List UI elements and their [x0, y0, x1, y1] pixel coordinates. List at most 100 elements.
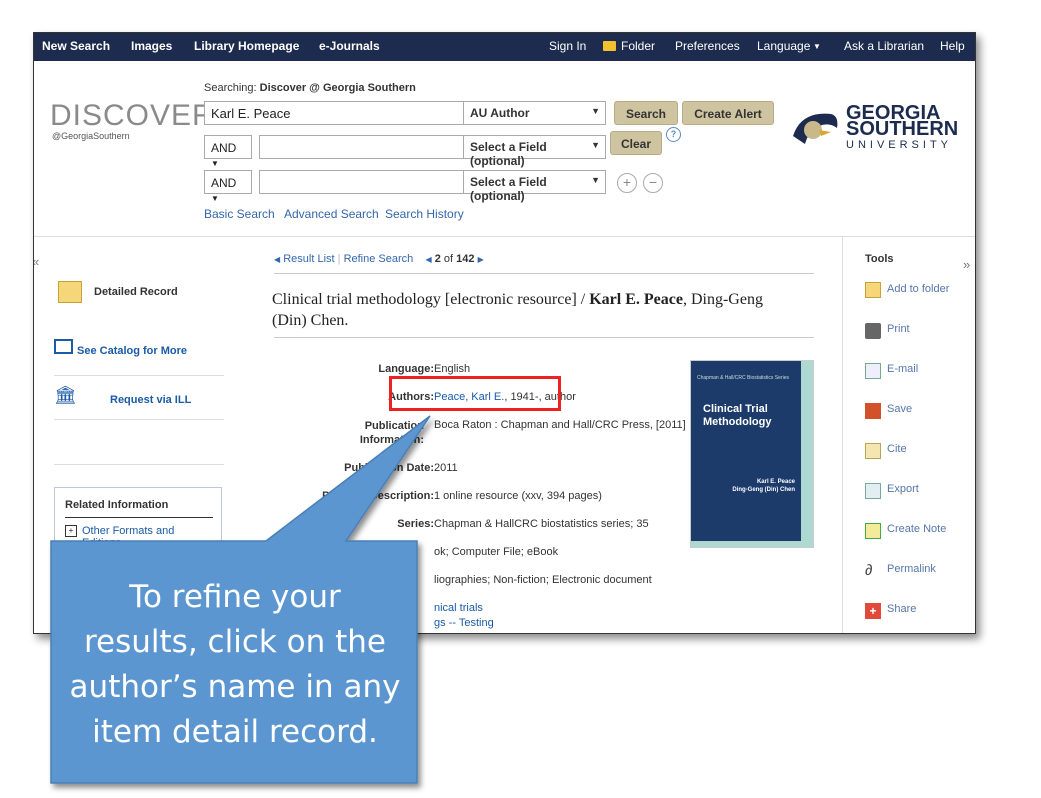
discover-logo-sub: @GeorgiaSouthern: [52, 131, 130, 141]
chevron-down-icon: ▼: [211, 194, 219, 203]
position-total: 142: [456, 253, 475, 265]
see-catalog-link[interactable]: See Catalog for More: [77, 345, 187, 357]
book-cover-front: [691, 361, 801, 541]
related-information-header: Related Information: [65, 499, 169, 511]
tool-cite[interactable]: Cite: [887, 443, 907, 455]
nav-sign-in[interactable]: Sign In: [549, 39, 586, 53]
printer-icon: [865, 323, 881, 339]
external-link-icon: [54, 339, 73, 354]
save-icon: [865, 403, 881, 419]
boolean-select-2[interactable]: AND ▼: [204, 135, 252, 168]
email-icon: [865, 363, 881, 379]
nav-folder[interactable]: Folder: [621, 39, 655, 53]
nav-help[interactable]: Help: [940, 39, 965, 53]
prev-record-icon[interactable]: ◀: [426, 255, 432, 264]
share-icon: +: [865, 603, 881, 619]
chevron-down-icon: ▼: [591, 106, 600, 116]
nav-images[interactable]: Images: [131, 39, 172, 53]
book-cover[interactable]: Chapman & Hall/CRC Biostatistics Series …: [690, 360, 814, 548]
search-button[interactable]: Search: [614, 101, 678, 125]
genre-value: liographies; Non-fiction; Electronic doc…: [434, 574, 652, 586]
chevron-down-icon: ▼: [813, 42, 821, 51]
field-select-2[interactable]: Select a Field (optional) ▼: [463, 135, 606, 168]
search-header: DISCOVER @GeorgiaSouthern Searching: Dis…: [34, 61, 975, 237]
divider: [274, 273, 814, 274]
publication-date-value: 2011: [434, 462, 458, 474]
discover-logo[interactable]: DISCOVER: [50, 99, 215, 133]
nav-ejournals[interactable]: e-Journals: [319, 39, 380, 53]
subject-link-2[interactable]: gs -- Testing: [434, 617, 494, 629]
nav-new-search[interactable]: New Search: [42, 39, 110, 53]
nav-preferences[interactable]: Preferences: [675, 39, 740, 53]
divider: [54, 375, 224, 376]
publication-info-value: Boca Raton : Chapman and Hall/CRC Press,…: [434, 419, 686, 431]
result-list-link[interactable]: Result List: [283, 253, 334, 265]
basic-search-link[interactable]: Basic Search: [204, 207, 275, 221]
callout-text: To refine your results, click on the aut…: [60, 575, 410, 755]
other-formats-link[interactable]: Other Formats and Editions: [82, 525, 202, 549]
main-content: ◀ Result List | Refine Search ◀ 2 of 142…: [234, 237, 842, 633]
language-label: Language:: [378, 363, 434, 375]
clear-button[interactable]: Clear: [610, 131, 662, 155]
nav-ask-librarian[interactable]: Ask a Librarian: [844, 39, 924, 53]
add-row-icon[interactable]: +: [617, 173, 637, 193]
tool-export[interactable]: Export: [887, 483, 919, 495]
divider: [274, 337, 814, 338]
search-history-link[interactable]: Search History: [385, 207, 464, 221]
searching-prefix: Searching:: [204, 82, 257, 94]
publication-info-label: Publication Information:: [359, 420, 424, 446]
boolean-select-2-value: AND: [211, 141, 237, 155]
physical-description-value: 1 online resource (xxv, 394 pages): [434, 490, 602, 502]
georgia-southern-wordmark: GEORGIA SOUTHERN UNIVERSITY: [846, 103, 959, 153]
folder-icon: [865, 282, 881, 298]
cover-title: Clinical Trial Methodology: [703, 403, 772, 428]
format-value: ok; Computer File; eBook: [434, 546, 559, 558]
tools-sidebar: » Tools Add to folder Print E-mail Save …: [842, 237, 975, 633]
tool-print[interactable]: Print: [887, 323, 910, 335]
search-input-2[interactable]: [259, 135, 464, 159]
boolean-select-3-value: AND: [211, 176, 237, 190]
request-ill-link[interactable]: Request via ILL: [110, 394, 191, 406]
chevron-down-icon: ▼: [211, 159, 219, 168]
gs-line2: SOUTHERN: [846, 118, 959, 140]
browser-frame: New Search Images Library Homepage e-Jou…: [33, 32, 976, 634]
advanced-search-link[interactable]: Advanced Search: [284, 207, 379, 221]
callout-line-3: author’s name in any: [69, 669, 401, 705]
nav-library-homepage[interactable]: Library Homepage: [194, 39, 299, 53]
collapse-left-icon[interactable]: «: [34, 254, 39, 269]
expand-right-icon[interactable]: »: [963, 257, 970, 272]
record-title: Clinical trial methodology [electronic r…: [272, 289, 792, 331]
tool-add-to-folder[interactable]: Add to folder: [887, 283, 949, 295]
help-icon[interactable]: ?: [666, 127, 681, 142]
cover-author-2: Ding-Geng (Din) Chen: [732, 487, 795, 493]
eagle-logo-icon: [793, 113, 838, 144]
field-select-3[interactable]: Select a Field (optional) ▼: [463, 170, 606, 203]
divider: [65, 517, 213, 518]
cover-author-1: Karl E. Peace: [756, 479, 795, 485]
divider: [54, 464, 224, 465]
create-alert-button[interactable]: Create Alert: [682, 101, 774, 125]
tool-email[interactable]: E-mail: [887, 363, 918, 375]
next-record-icon[interactable]: ▶: [478, 255, 484, 264]
tool-save[interactable]: Save: [887, 403, 912, 415]
search-input-3[interactable]: [259, 170, 464, 194]
nav-language[interactable]: Language: [757, 39, 810, 53]
refine-search-link[interactable]: Refine Search: [344, 253, 414, 265]
search-input-1[interactable]: Karl E. Peace: [204, 101, 464, 125]
subject-link-1[interactable]: nical trials: [434, 602, 483, 614]
searching-line: Searching: Discover @ Georgia Southern: [204, 82, 416, 94]
result-navigation: ◀ Result List | Refine Search ◀ 2 of 142…: [274, 253, 484, 265]
remove-row-icon[interactable]: −: [643, 173, 663, 193]
boolean-select-3[interactable]: AND ▼: [204, 170, 252, 203]
cite-icon: [865, 443, 881, 459]
physical-description-label: Physical Description:: [322, 490, 434, 502]
field-select-3-value: Select a Field (optional): [470, 175, 547, 203]
tool-create-note[interactable]: Create Note: [887, 523, 946, 535]
detailed-record-label: Detailed Record: [94, 286, 178, 298]
field-select-1-value: AU Author: [470, 106, 530, 120]
series-value: Chapman & HallCRC biostatistics series; …: [434, 518, 649, 530]
tool-share[interactable]: Share: [887, 603, 916, 615]
expand-icon: +: [65, 525, 77, 537]
field-select-1[interactable]: AU Author ▼: [463, 101, 606, 125]
tool-permalink[interactable]: Permalink: [887, 563, 936, 575]
